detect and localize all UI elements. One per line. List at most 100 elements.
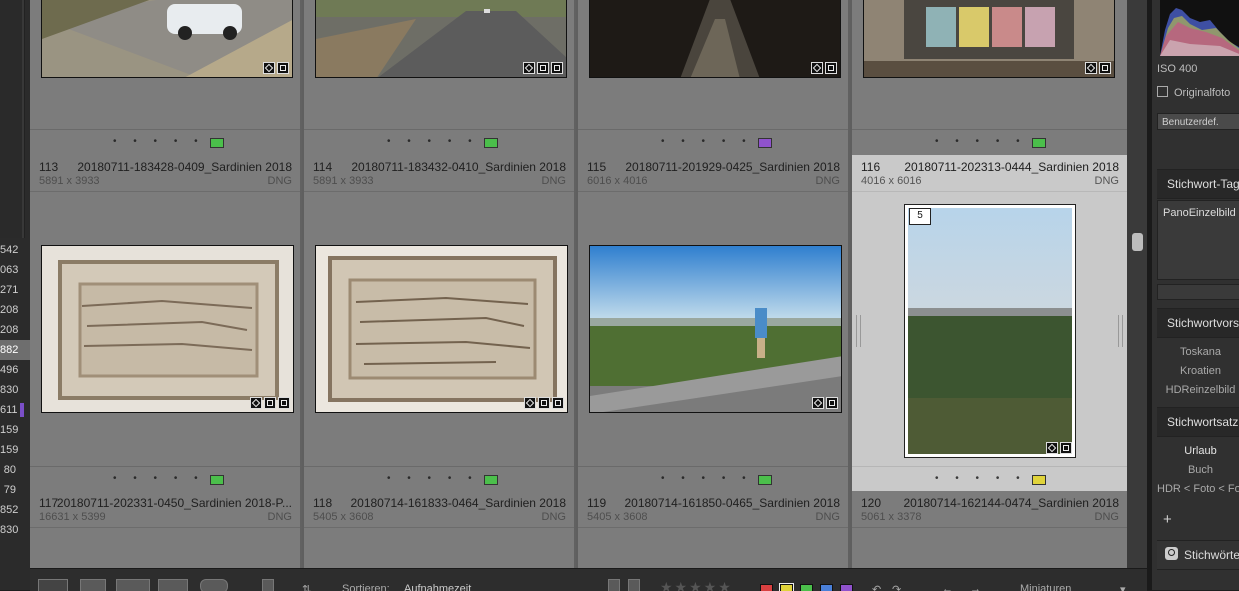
- color-label[interactable]: [758, 138, 772, 148]
- grid-cell[interactable]: 117 20180711-202331-0450_Sardinien 2018-…: [30, 491, 302, 568]
- rating-dots[interactable]: • • • • •: [661, 136, 753, 147]
- grid-cell[interactable]: 120 20180714-162144-0474_Sardinien 2018 …: [852, 491, 1127, 568]
- people-view-icon[interactable]: [200, 579, 228, 591]
- scrollbar-thumb[interactable]: [1132, 233, 1143, 251]
- thumbnail-image[interactable]: [863, 0, 1115, 78]
- rating-dots[interactable]: • • • • •: [113, 136, 205, 147]
- collection-count[interactable]: 542: [0, 240, 30, 260]
- color-label[interactable]: [210, 138, 224, 148]
- grid-cell[interactable]: • • • • •: [852, 0, 1127, 157]
- keyword-badge-icon[interactable]: [263, 62, 275, 74]
- collection-count[interactable]: 80: [0, 460, 30, 480]
- collection-count[interactable]: 830: [0, 380, 30, 400]
- crop-badge-icon[interactable]: [264, 397, 276, 409]
- color-label[interactable]: [758, 475, 772, 485]
- loupe-view-icon[interactable]: [80, 579, 106, 591]
- survey-view-icon[interactable]: [158, 579, 188, 591]
- collection-count[interactable]: 208: [0, 300, 30, 320]
- develop-badge-icon[interactable]: [277, 62, 289, 74]
- keyword-add-input[interactable]: [1157, 284, 1239, 300]
- keyword-list-header[interactable]: Stichwörter: [1157, 540, 1239, 570]
- collection-count[interactable]: 159: [0, 420, 30, 440]
- rating-dots[interactable]: • • • • •: [935, 136, 1027, 147]
- rating-dots[interactable]: • • • • •: [661, 473, 753, 484]
- develop-badge-icon[interactable]: [278, 397, 290, 409]
- keyword-badge-icon[interactable]: [812, 397, 824, 409]
- add-keyword-button[interactable]: +: [1157, 511, 1239, 528]
- color-label[interactable]: [1032, 138, 1046, 148]
- keyword-suggestion[interactable]: HDReinzelbild: [1157, 381, 1239, 400]
- grid-cell-selected[interactable]: 116 20180711-202313-0444_Sardinien 2018 …: [852, 155, 1127, 494]
- keyword-tags-textarea[interactable]: PanoEinzelbild: [1157, 200, 1239, 280]
- collection-count[interactable]: 830: [0, 520, 30, 540]
- collection-count[interactable]: 063: [0, 260, 30, 280]
- stack-count-badge[interactable]: 5: [909, 208, 931, 225]
- resize-handle-right[interactable]: [1118, 315, 1123, 347]
- grid-cell[interactable]: • • • • •: [578, 0, 850, 157]
- grid-view-icon[interactable]: [38, 579, 68, 591]
- thumbnail-image[interactable]: [41, 245, 294, 413]
- rating-dots[interactable]: • • • • •: [387, 473, 479, 484]
- search-icon[interactable]: [1165, 547, 1178, 560]
- collection-count[interactable]: 882: [0, 340, 30, 360]
- keyword-set-header[interactable]: Stichwortsatz: [1157, 407, 1239, 437]
- grid-cell[interactable]: 113 20180711-183428-0409_Sardinien 2018 …: [30, 155, 302, 494]
- keyword-set-item[interactable]: HDR < Foto < Foto: [1157, 480, 1239, 499]
- collection-count[interactable]: 159: [0, 440, 30, 460]
- thumbnail-image[interactable]: [589, 245, 842, 413]
- resize-handle-left[interactable]: [856, 315, 861, 347]
- keyword-badge-icon[interactable]: [523, 62, 535, 74]
- develop-badge-icon[interactable]: [825, 62, 837, 74]
- grid-cell[interactable]: 115 20180711-201929-0425_Sardinien 2018 …: [578, 155, 850, 494]
- rating-dots[interactable]: • • • • •: [935, 473, 1027, 484]
- collection-count[interactable]: 496: [0, 360, 30, 380]
- collection-count[interactable]: 611: [0, 400, 30, 420]
- collection-count[interactable]: 208: [0, 320, 30, 340]
- thumbnail-image[interactable]: [315, 245, 568, 413]
- flag-pick-icon[interactable]: [608, 579, 620, 591]
- keyword-set-item[interactable]: Urlaub: [1157, 442, 1239, 461]
- color-label[interactable]: [1032, 475, 1046, 485]
- color-label[interactable]: [210, 475, 224, 485]
- grid-cell[interactable]: 118 20180714-161833-0464_Sardinien 2018 …: [304, 491, 576, 568]
- thumbnail-image[interactable]: 5: [904, 204, 1076, 458]
- rating-stars[interactable]: ★★★★★: [660, 579, 733, 591]
- grid-cell[interactable]: 119 20180714-161850-0465_Sardinien 2018 …: [578, 491, 850, 568]
- develop-badge-icon[interactable]: [1099, 62, 1111, 74]
- collection-count[interactable]: 852: [0, 500, 30, 520]
- thumbnail-image[interactable]: [315, 0, 567, 78]
- rating-dots[interactable]: • • • • •: [387, 136, 479, 147]
- painter-icon[interactable]: [262, 579, 274, 591]
- thumbnail-image[interactable]: [41, 0, 293, 78]
- keyword-suggestion[interactable]: Toskana: [1157, 343, 1239, 362]
- compare-view-icon[interactable]: [116, 579, 150, 591]
- original-photo-toggle[interactable]: Originalfoto: [1157, 86, 1239, 99]
- keyword-suggestions-header[interactable]: Stichwortvorschläge: [1157, 308, 1239, 338]
- collection-count[interactable]: 79: [0, 480, 30, 500]
- thumbnail-image[interactable]: [589, 0, 841, 78]
- rating-dots[interactable]: • • • • •: [113, 473, 205, 484]
- keyword-set-item[interactable]: Buch: [1157, 461, 1239, 480]
- color-label[interactable]: [484, 138, 498, 148]
- grid-scrollbar[interactable]: [1127, 0, 1147, 568]
- develop-badge-icon[interactable]: [1060, 442, 1072, 454]
- checkbox-icon[interactable]: [1157, 86, 1168, 97]
- crop-badge-icon[interactable]: [537, 62, 549, 74]
- keyword-badge-icon[interactable]: [1085, 62, 1097, 74]
- keyword-badge-icon[interactable]: [524, 397, 536, 409]
- library-grid[interactable]: • • • • • • • • • • • • • • • • • • • • …: [30, 0, 1127, 568]
- develop-badge-icon[interactable]: [826, 397, 838, 409]
- grid-cell[interactable]: • • • • •: [30, 0, 302, 157]
- grid-cell[interactable]: 114 20180711-183432-0410_Sardinien 2018 …: [304, 155, 576, 494]
- keyword-suggestion[interactable]: Kroatien: [1157, 362, 1239, 381]
- grid-cell[interactable]: • • • • •: [304, 0, 576, 157]
- crop-badge-icon[interactable]: [538, 397, 550, 409]
- develop-badge-icon[interactable]: [552, 397, 564, 409]
- keyword-badge-icon[interactable]: [1046, 442, 1058, 454]
- develop-badge-icon[interactable]: [551, 62, 563, 74]
- color-label[interactable]: [484, 475, 498, 485]
- keyword-badge-icon[interactable]: [811, 62, 823, 74]
- keyword-badge-icon[interactable]: [250, 397, 262, 409]
- collection-count[interactable]: 271: [0, 280, 30, 300]
- preset-select[interactable]: Benutzerdef.: [1157, 113, 1239, 130]
